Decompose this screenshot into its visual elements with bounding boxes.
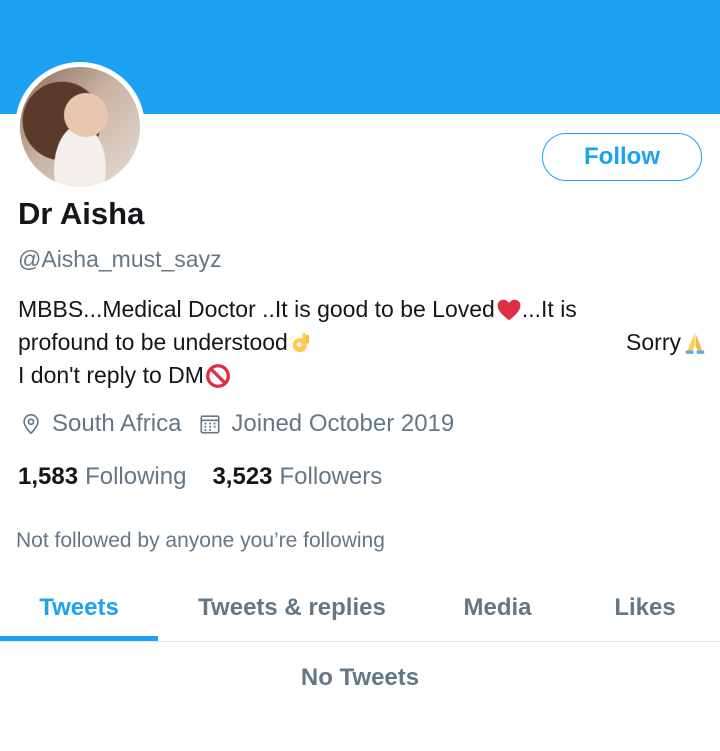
bio-text-3: I don't reply to DM: [18, 362, 204, 388]
profile-bio: MBBS...Medical Doctor ..It is good to be…: [18, 293, 708, 392]
bio-line-1: MBBS...Medical Doctor ..It is good to be…: [18, 293, 708, 326]
avatar-photo: [20, 67, 140, 187]
bio-text-2b: Sorry: [626, 329, 681, 355]
following-link[interactable]: 1,583 Following: [18, 463, 186, 491]
tab-tweets-replies[interactable]: Tweets & replies: [172, 585, 412, 641]
ok-hand-emoji-icon: [292, 332, 309, 352]
location: South Africa: [20, 410, 181, 438]
bio-line-2: profound to be understood Sorry: [18, 326, 708, 359]
followers-label: Followers: [279, 463, 383, 490]
following-count: 1,583: [18, 463, 79, 490]
joined-text: Joined October 2019: [231, 410, 455, 437]
bio-text-1: MBBS...Medical Doctor ..It is good to be…: [18, 296, 495, 322]
avatar[interactable]: [15, 62, 145, 192]
profile-handle: @Aisha_must_sayz: [18, 246, 222, 272]
tab-media[interactable]: Media: [440, 585, 555, 641]
not-followed-notice: Not followed by anyone you’re following: [16, 529, 385, 552]
bio-text-2a: profound to be understood: [18, 329, 288, 355]
empty-feed-message: No Tweets: [300, 664, 420, 691]
joined-date: Joined October 2019: [199, 410, 454, 438]
followers-count: 3,523: [212, 463, 273, 490]
active-tab-indicator: [0, 636, 158, 641]
profile-name: Dr Aisha: [18, 196, 145, 231]
follow-counts: 1,583 Following 3,523 Followers: [18, 463, 408, 491]
prohibited-emoji-icon: [206, 363, 230, 388]
tab-tweets[interactable]: Tweets: [0, 585, 158, 641]
bio-line-3: I don't reply to DM: [18, 359, 708, 392]
follow-button[interactable]: Follow: [542, 133, 702, 181]
location-text: South Africa: [52, 410, 182, 437]
followers-link[interactable]: 3,523 Followers: [212, 463, 382, 491]
profile-meta: South Africa Joined October 2019: [20, 410, 472, 438]
calendar-icon: [200, 415, 220, 434]
red-heart-emoji-icon: [497, 299, 521, 320]
location-pin-icon: [23, 414, 39, 435]
tab-likes[interactable]: Likes: [590, 585, 700, 641]
following-label: Following: [85, 463, 187, 490]
folded-hands-emoji-icon: [685, 332, 705, 354]
bio-text-1b: ...It is: [521, 296, 577, 322]
profile-tabs: Tweets Tweets & replies Media Likes: [0, 585, 720, 642]
